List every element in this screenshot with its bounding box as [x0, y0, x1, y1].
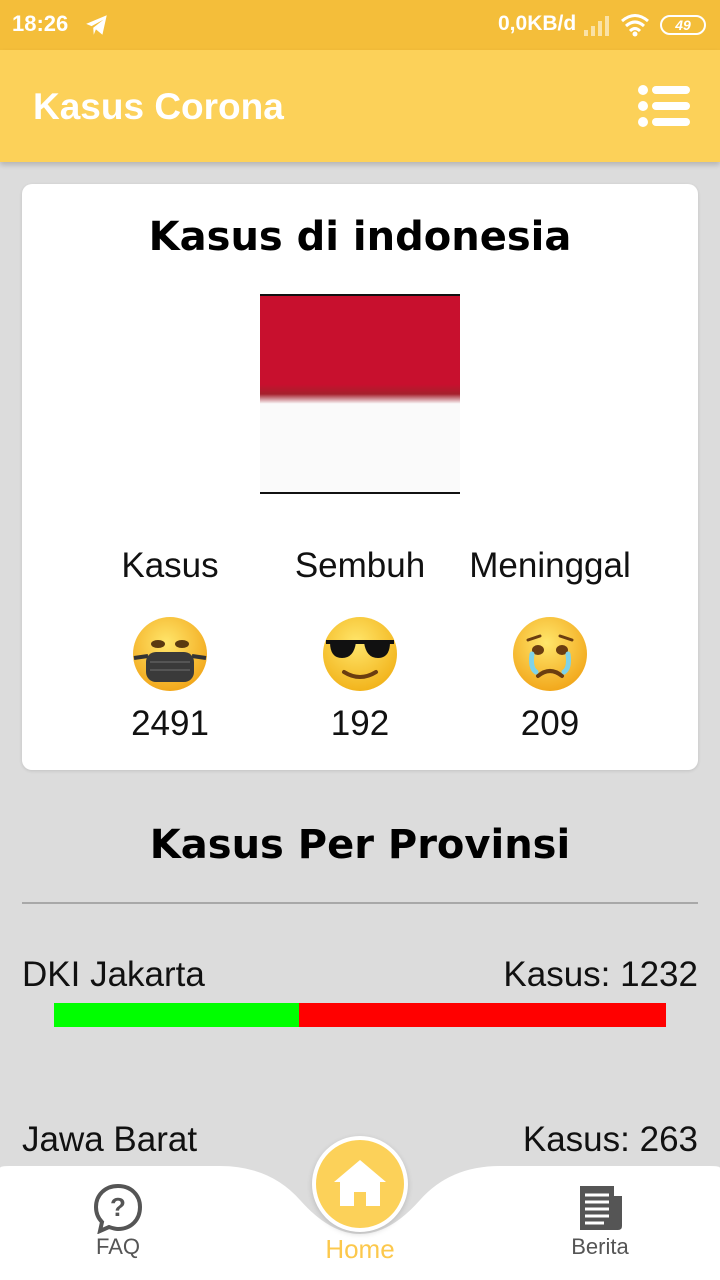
svg-text:?: ?: [110, 1192, 126, 1222]
progress-fill-recovered: [54, 1003, 299, 1027]
newspaper-icon: [580, 1186, 622, 1230]
provinces-title: Kasus Per Provinsi: [149, 822, 571, 868]
indonesia-flag: [260, 294, 460, 494]
home-button[interactable]: [312, 1136, 408, 1232]
province-name: DKI Jakarta: [22, 955, 205, 994]
stat-meninggal: Meninggal 209: [450, 544, 650, 746]
stat-value: 2491: [131, 704, 209, 743]
app-bar: Kasus Corona: [0, 50, 720, 162]
sunglasses-face-emoji: [323, 617, 397, 691]
stat-kasus: Kasus 2491: [70, 544, 270, 746]
battery-indicator: 49: [660, 15, 706, 35]
stat-label: Kasus: [121, 546, 219, 585]
wifi-icon: [621, 14, 649, 37]
summary-title: Kasus di indonesia: [148, 214, 572, 260]
signal-icon: [584, 16, 609, 36]
nav-faq[interactable]: ? FAQ: [78, 1182, 158, 1260]
net-speed: 0,0KB/d: [498, 12, 577, 35]
question-bubble-icon: ?: [93, 1183, 143, 1234]
stat-value: 192: [330, 704, 390, 743]
status-time: 18:26: [12, 11, 69, 36]
stat-sembuh: Sembuh 192: [260, 544, 460, 746]
divider: [22, 902, 698, 904]
stat-value: 209: [520, 704, 580, 743]
home-icon: [334, 1160, 386, 1206]
status-bar: 18:26 0,0KB/d 49: [0, 0, 720, 50]
app-title: Kasus Corona: [33, 86, 284, 127]
nav-berita[interactable]: Berita: [550, 1182, 650, 1260]
province-count: Kasus: 1232: [503, 955, 698, 994]
crying-face-emoji: [513, 617, 587, 691]
stat-label: Meninggal: [469, 546, 631, 585]
nav-home-label[interactable]: Home: [300, 1234, 420, 1265]
province-progress-bar: [54, 1003, 666, 1027]
indonesia-summary-card: Kasus di indonesia Kasus 2491 Sembuh 192…: [22, 184, 698, 770]
mask-face-emoji: [133, 617, 207, 691]
telegram-icon: [86, 15, 107, 35]
list-menu-icon[interactable]: [638, 85, 690, 127]
nav-berita-label: Berita: [571, 1234, 629, 1259]
nav-faq-label: FAQ: [95, 1234, 140, 1259]
stat-label: Sembuh: [294, 546, 426, 585]
